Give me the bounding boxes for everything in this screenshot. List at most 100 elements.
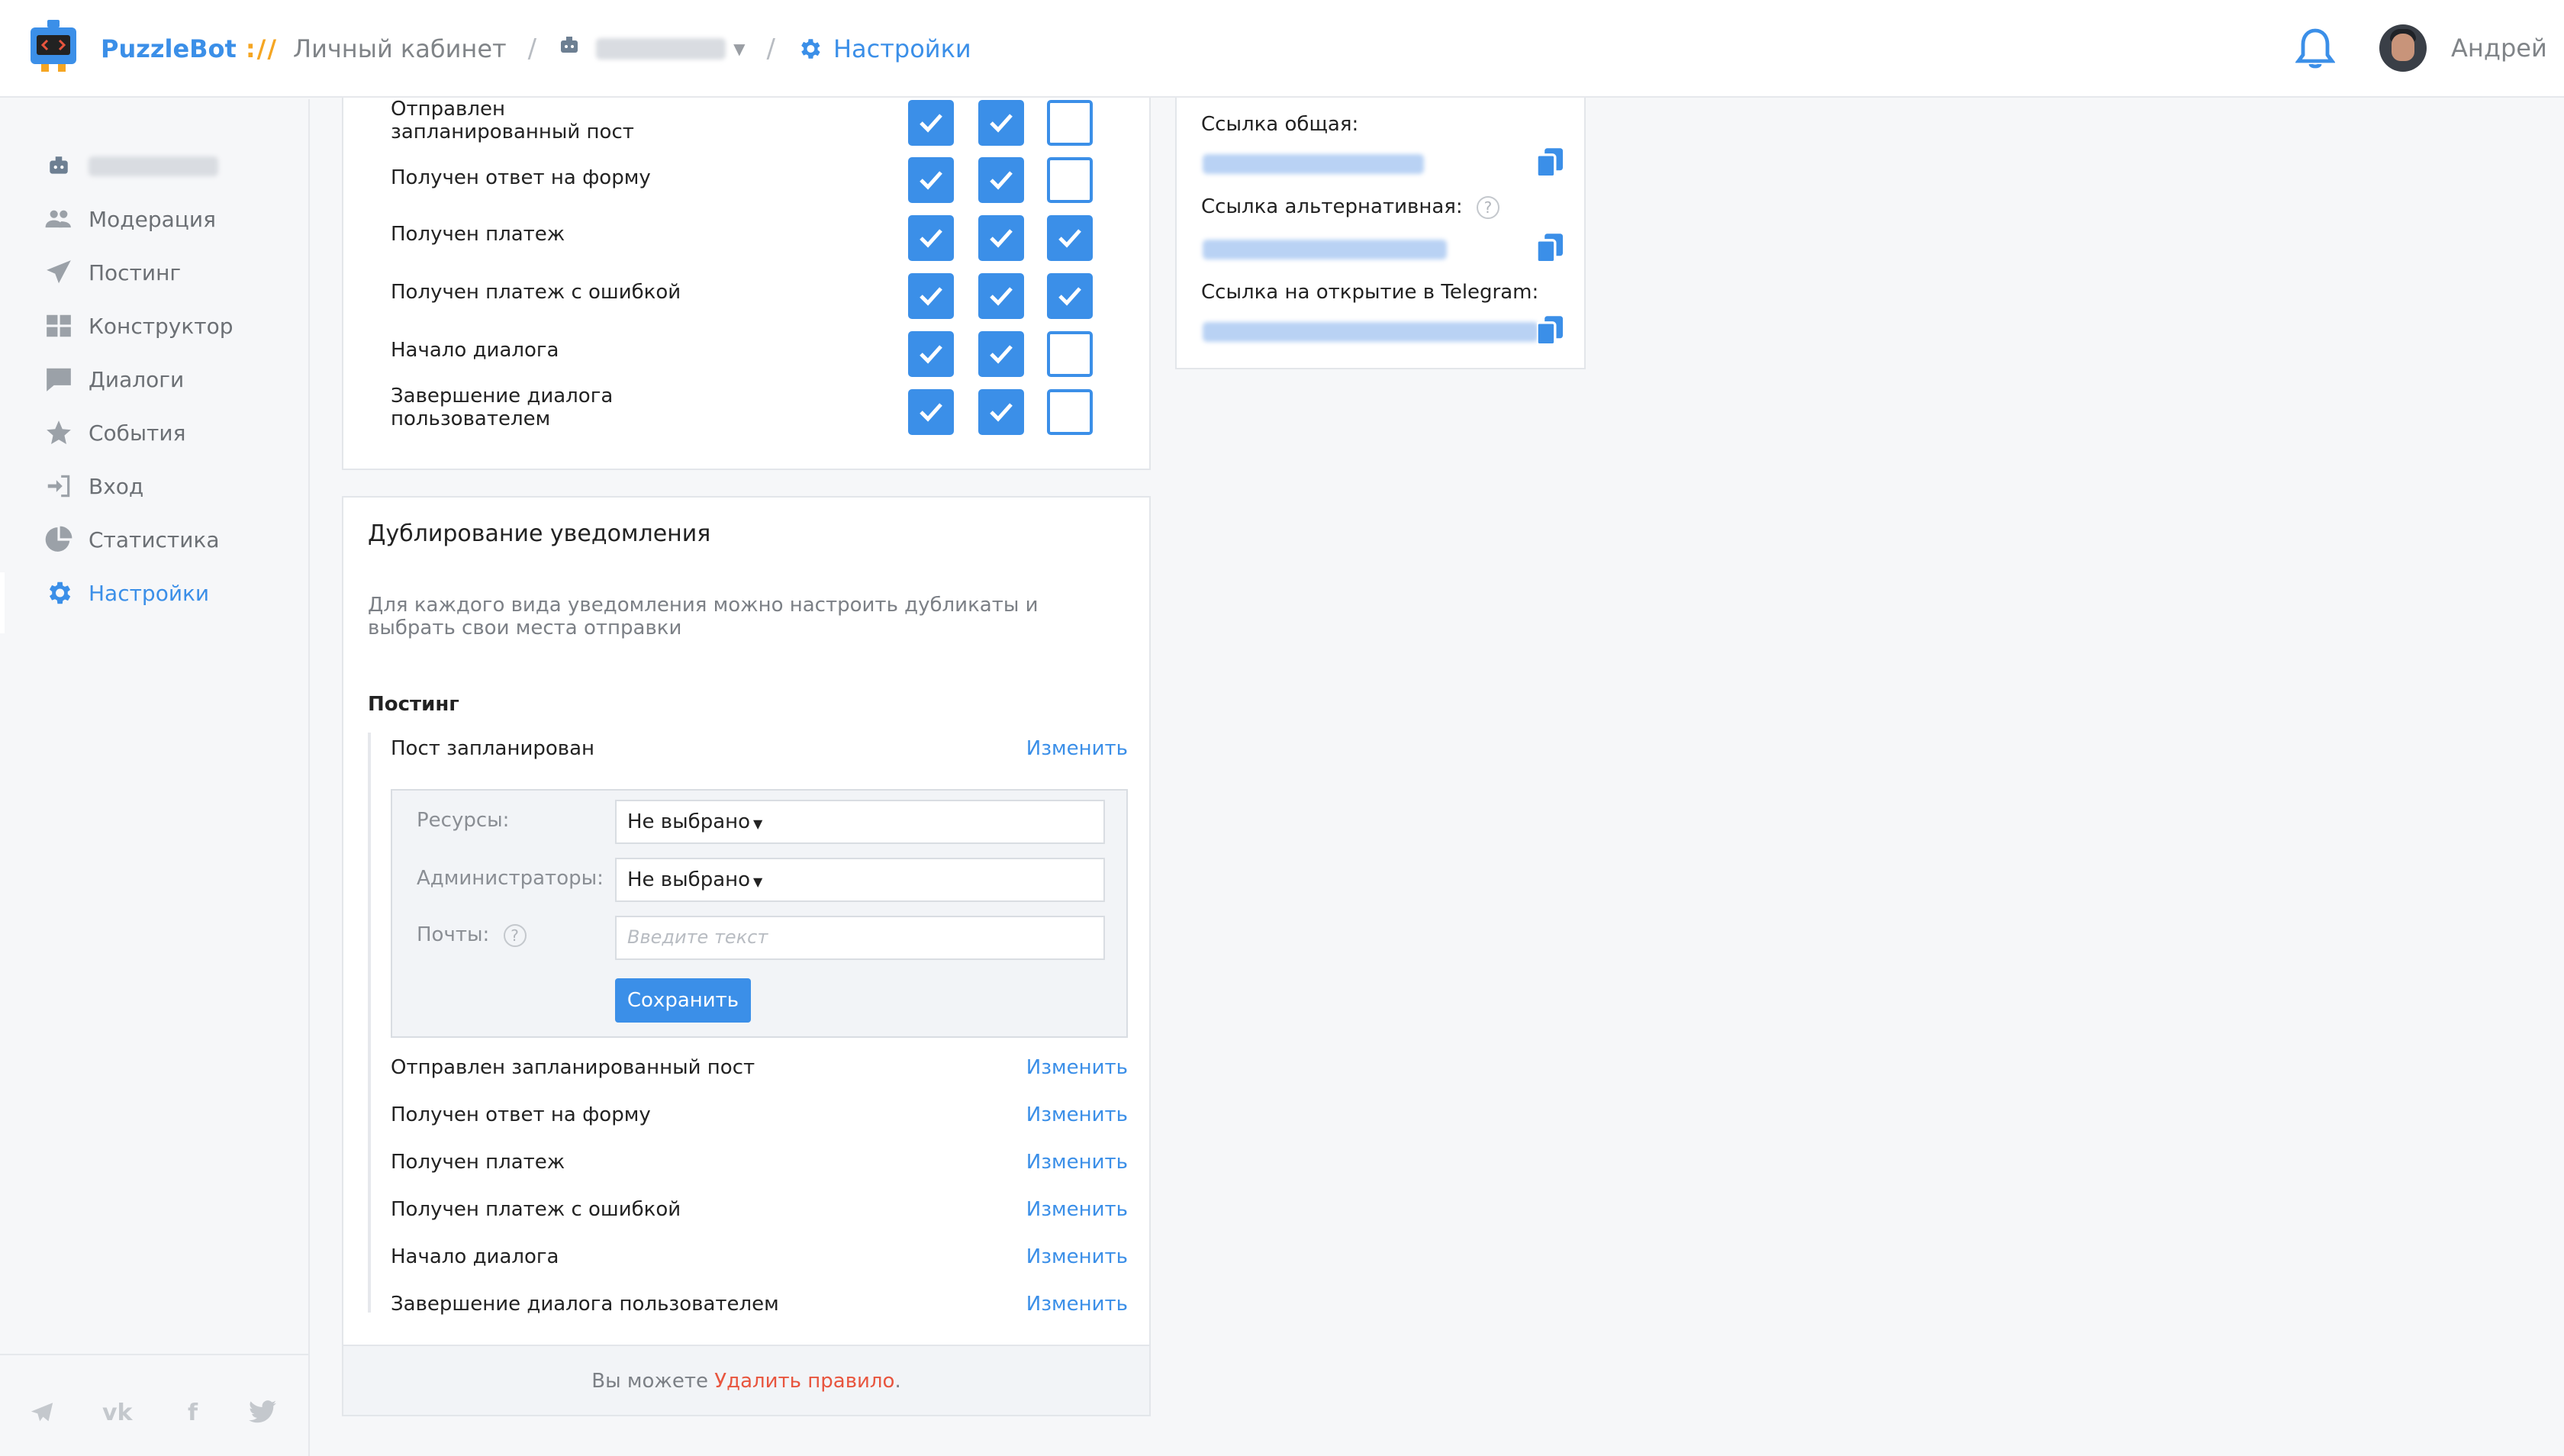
copy-icon[interactable] (1537, 316, 1563, 345)
active-indicator (0, 572, 5, 633)
event-label: Получен ответ на форму (391, 166, 651, 189)
sidebar-item-label: Настройки (89, 580, 210, 606)
event-label: Получен платеж с ошибкой (391, 281, 681, 304)
edit-link[interactable]: Изменить (1026, 1151, 1128, 1174)
bell-icon[interactable] (2295, 27, 2335, 70)
rule-row: Получен платеж Изменить (391, 1151, 1128, 1181)
users-icon (45, 210, 71, 228)
alt-link[interactable] (1203, 240, 1447, 259)
help-icon[interactable]: ? (503, 924, 527, 947)
notification-checkbox[interactable] (908, 389, 954, 435)
notification-checkbox[interactable] (908, 100, 954, 146)
card-footer: Вы можете Удалить правило. (343, 1345, 1149, 1415)
event-label: Получен платеж (391, 223, 565, 246)
notification-checkbox[interactable] (978, 273, 1024, 319)
event-label: Отправлен запланированный пост (391, 98, 634, 143)
breadcrumb-divider: / (766, 34, 775, 64)
edit-link[interactable]: Изменить (1026, 1198, 1128, 1221)
chevron-down-icon[interactable]: ▼ (733, 40, 745, 58)
copy-icon[interactable] (1537, 234, 1563, 263)
rule-name: Пост запланирован (391, 737, 595, 760)
notification-duplication-card: Дублирование уведомления Для каждого вид… (342, 496, 1151, 1416)
telegram-link[interactable] (1203, 322, 1538, 342)
edit-link[interactable]: Изменить (1026, 737, 1128, 760)
admins-select[interactable]: Не выбрано ▼ (615, 858, 1105, 902)
notification-checkbox[interactable] (908, 331, 954, 377)
bot-links-card: Ссылка общая: Ссылка альтернативная: ? С… (1175, 98, 1586, 369)
user-name[interactable]: Андрей (2451, 34, 2547, 63)
section-divider (368, 733, 371, 1313)
sidebar-item-moderation[interactable]: Модерация (44, 205, 216, 234)
save-button[interactable]: Сохранить (615, 978, 751, 1023)
notification-checkbox[interactable] (978, 100, 1024, 146)
rule-editor: Ресурсы: Не выбрано ▼ Администраторы: Не … (391, 789, 1128, 1038)
edit-link[interactable]: Изменить (1026, 1103, 1128, 1126)
rule-row: Пост запланирован Изменить (391, 737, 1128, 768)
facebook-icon[interactable]: f (188, 1400, 198, 1426)
rule-name: Получен платеж (391, 1151, 565, 1174)
notification-checkbox[interactable] (978, 215, 1024, 261)
notification-checkbox[interactable] (1047, 157, 1093, 203)
breadcrumb-cabinet[interactable]: Личный кабинет (293, 34, 507, 63)
resources-select[interactable]: Не выбрано ▼ (615, 800, 1105, 844)
card-title: Дублирование уведомления (368, 520, 711, 547)
delete-rule-link[interactable]: Удалить правило (714, 1370, 894, 1393)
sidebar-item-login[interactable]: Вход (44, 472, 143, 501)
common-link[interactable] (1203, 154, 1424, 174)
telegram-link-label: Ссылка на открытие в Telegram: (1201, 281, 1539, 304)
sidebar-item-label: События (89, 420, 186, 446)
sidebar-item-constructor[interactable]: Конструктор (44, 311, 234, 340)
help-icon[interactable]: ? (1476, 196, 1499, 219)
gear-icon (49, 581, 71, 604)
puzzlebot-logo-icon[interactable] (27, 20, 79, 78)
emails-label: Почты: ? (417, 923, 527, 947)
sidebar-item-events[interactable]: События (44, 418, 185, 447)
event-label: Начало диалога (391, 339, 559, 362)
sidebar-item-posting[interactable]: Постинг (44, 258, 181, 287)
bot-avatar-icon (558, 34, 581, 63)
notification-checkbox[interactable] (908, 215, 954, 261)
edit-link[interactable]: Изменить (1026, 1245, 1128, 1268)
notification-checkbox[interactable] (1047, 389, 1093, 435)
breadcrumb-settings[interactable]: Настройки (833, 34, 971, 63)
rule-row: Получен платеж с ошибкой Изменить (391, 1198, 1128, 1229)
notification-checkbox[interactable] (1047, 100, 1093, 146)
chat-icon (47, 368, 71, 391)
star-icon (47, 420, 71, 445)
notification-checkbox[interactable] (1047, 273, 1093, 319)
breadcrumb: PuzzleBot :// Личный кабинет / ▼ / Настр… (27, 18, 971, 79)
alt-link-label: Ссылка альтернативная: ? (1201, 195, 1499, 219)
vk-icon[interactable]: vk (102, 1400, 133, 1426)
section-title: Постинг (368, 693, 459, 716)
sidebar-item-settings[interactable]: Настройки (44, 578, 209, 607)
notification-checkbox[interactable] (978, 389, 1024, 435)
paper-plane-icon (47, 260, 71, 284)
sidebar-item-statistics[interactable]: Статистика (44, 525, 220, 554)
avatar[interactable] (2379, 24, 2427, 72)
notification-checkbox[interactable] (1047, 331, 1093, 377)
bot-avatar-icon (50, 156, 68, 174)
edit-link[interactable]: Изменить (1026, 1293, 1128, 1316)
notification-checkbox[interactable] (978, 331, 1024, 377)
notification-checkbox[interactable] (1047, 215, 1093, 261)
pie-chart-icon (45, 526, 72, 552)
sidebar-item-dialogs[interactable]: Диалоги (44, 365, 184, 394)
notification-checkbox[interactable] (908, 157, 954, 203)
edit-link[interactable]: Изменить (1026, 1056, 1128, 1079)
sidebar-item-label: Конструктор (89, 313, 234, 339)
twitter-icon[interactable] (249, 1400, 276, 1424)
brand-name[interactable]: PuzzleBot (101, 34, 237, 63)
sign-in-icon (47, 475, 70, 498)
grid-icon (47, 314, 71, 337)
bot-selector[interactable] (596, 38, 726, 60)
emails-input[interactable]: Введите текст (615, 916, 1105, 960)
rule-row: Завершение диалога пользователем Изменить (391, 1293, 1128, 1323)
sidebar-item-label: Модерация (89, 206, 216, 232)
notification-checkbox[interactable] (978, 157, 1024, 203)
telegram-icon[interactable] (29, 1400, 55, 1425)
rule-name: Завершение диалога пользователем (391, 1293, 779, 1316)
event-label: Завершение диалога пользователем (391, 385, 614, 430)
notification-checkbox[interactable] (908, 273, 954, 319)
copy-icon[interactable] (1537, 148, 1563, 177)
sidebar-bot-item[interactable] (46, 154, 218, 179)
